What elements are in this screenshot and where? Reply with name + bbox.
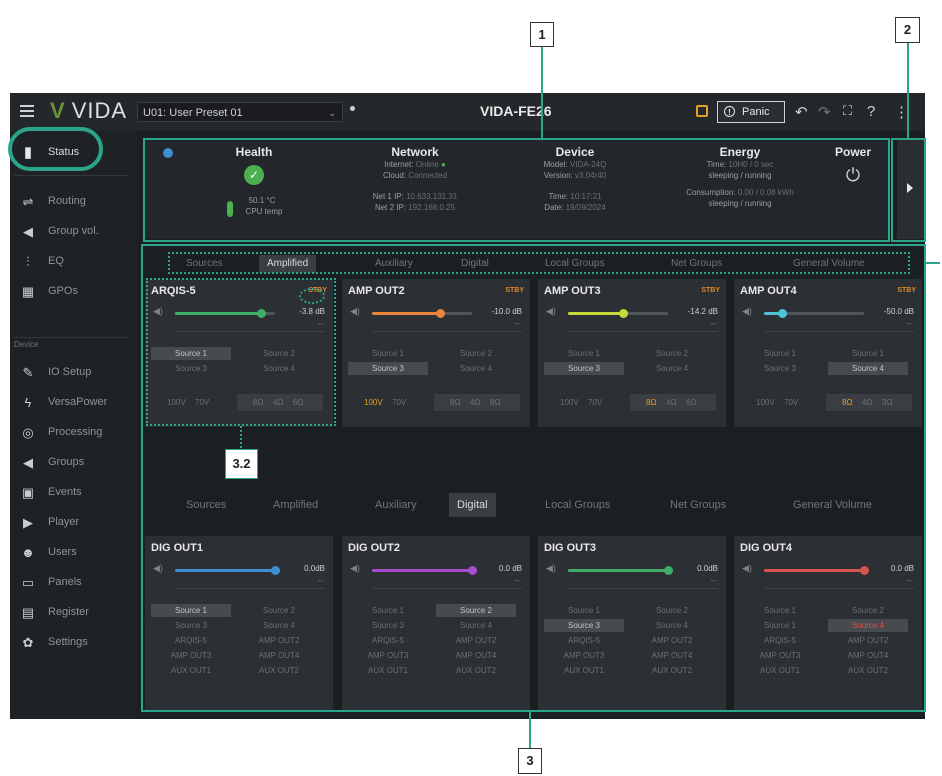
sidebar-item-processing[interactable]: ◎ Processing <box>10 419 137 447</box>
routing-icon: ⇌ <box>22 194 34 209</box>
undo-icon[interactable]: ↶ <box>795 103 808 121</box>
fullscreen-icon[interactable]: ⛶ <box>843 103 852 119</box>
annotation-box-2 <box>891 138 926 242</box>
annotation-tabs-pointer <box>926 262 940 264</box>
sidebar-item-label: Processing <box>48 426 103 438</box>
sidebar-item-users[interactable]: ☻ Users <box>10 539 137 567</box>
sidebar-item-label: Panels <box>48 576 82 588</box>
hamburger-menu-icon[interactable] <box>20 105 34 117</box>
preset-select[interactable]: U01: User Preset 01 ⌄ <box>137 102 343 122</box>
annotation-stby-dotted <box>299 288 325 304</box>
speaker-icon: ◀ <box>23 224 33 239</box>
speaker-icon: ◀ <box>23 455 33 470</box>
logo-text: VIDA <box>71 98 128 123</box>
sidebar-item-routing[interactable]: ⇌ Routing <box>10 188 137 216</box>
sidebar-section-device: Device <box>14 340 39 349</box>
sidebar-item-label: Groups <box>48 456 85 468</box>
wrench-icon: ✎ <box>22 365 34 380</box>
sidebar-item-label: Player <box>48 516 80 528</box>
play-icon: ▶ <box>23 515 33 530</box>
sidebar-item-label: Register <box>48 606 89 618</box>
save-icon[interactable] <box>696 105 708 117</box>
sidebar-item-group-vol[interactable]: ◀ Group vol. <box>10 218 137 246</box>
gear-icon: ✿ <box>22 635 34 650</box>
annotation-line-1 <box>541 47 543 138</box>
bolt-icon: ϟ <box>24 395 32 410</box>
top-bar: V VIDA U01: User Preset 01 ⌄ VIDA-FE26 ! Pa… <box>10 93 925 131</box>
sidebar-item-events[interactable]: ▣ Events <box>10 479 137 507</box>
sidebar-item-player[interactable]: ▶ Player <box>10 509 137 537</box>
annotation-label-3: 3 <box>518 748 542 774</box>
gpo-icon: ▦ <box>21 284 35 299</box>
annotation-box-1 <box>143 138 890 242</box>
annotation-label-1: 1 <box>530 22 554 47</box>
sidebar-divider <box>14 337 129 338</box>
panels-icon: ▭ <box>21 575 35 590</box>
sidebar: ▮ Status ⇌ Routing ◀ Group vol. ⫶ EQ ▦ GPOs ✎ IO Se… <box>10 131 137 719</box>
panic-icon: ! <box>724 106 735 117</box>
users-icon: ☻ <box>21 545 35 560</box>
document-icon: ▤ <box>21 605 35 620</box>
sidebar-item-label: VersaPower <box>48 396 108 408</box>
processing-icon: ◎ <box>22 425 34 440</box>
preset-status-dot <box>350 106 355 111</box>
preset-value: U01: User Preset 01 <box>143 107 243 119</box>
vida-logo: V VIDA <box>50 98 128 123</box>
sidebar-item-io-setup[interactable]: ✎ IO Setup <box>10 359 137 387</box>
sidebar-item-settings[interactable]: ✿ Settings <box>10 629 137 657</box>
help-icon[interactable]: ? <box>867 103 875 120</box>
sidebar-item-label: Routing <box>48 195 86 207</box>
sidebar-item-label: Group vol. <box>48 225 99 237</box>
sidebar-item-gpos[interactable]: ▦ GPOs <box>10 278 137 306</box>
sidebar-item-label: GPOs <box>48 285 78 297</box>
annotation-label-2: 2 <box>895 17 920 43</box>
sidebar-item-eq[interactable]: ⫶ EQ <box>10 248 137 276</box>
sidebar-item-versapower[interactable]: ϟ VersaPower <box>10 389 137 417</box>
calendar-icon: ▣ <box>21 485 35 500</box>
sidebar-item-label: Users <box>48 546 77 558</box>
annotation-line-3 <box>529 712 531 748</box>
sidebar-item-label: IO Setup <box>48 366 92 378</box>
eq-icon: ⫶ <box>26 254 30 269</box>
sidebar-item-label: EQ <box>48 255 64 267</box>
status-highlight-oval <box>8 127 103 171</box>
annotation-line-2 <box>907 43 909 138</box>
annotation-tabs-dotted <box>168 252 910 274</box>
sidebar-item-label: Events <box>48 486 82 498</box>
annotation-line-3-2 <box>240 426 242 448</box>
panic-button[interactable]: ! Panic <box>717 101 785 123</box>
panic-label: Panic <box>742 106 770 118</box>
sidebar-item-panels[interactable]: ▭ Panels <box>10 569 137 597</box>
sidebar-divider <box>14 175 129 176</box>
annotation-label-3-2: 3.2 <box>225 449 258 479</box>
sidebar-item-label: Settings <box>48 636 88 648</box>
chevron-down-icon: ⌄ <box>328 108 336 118</box>
sidebar-item-register[interactable]: ▤ Register <box>10 599 137 627</box>
sidebar-item-groups[interactable]: ◀ Groups <box>10 449 137 477</box>
redo-icon[interactable]: ↷ <box>818 103 831 121</box>
